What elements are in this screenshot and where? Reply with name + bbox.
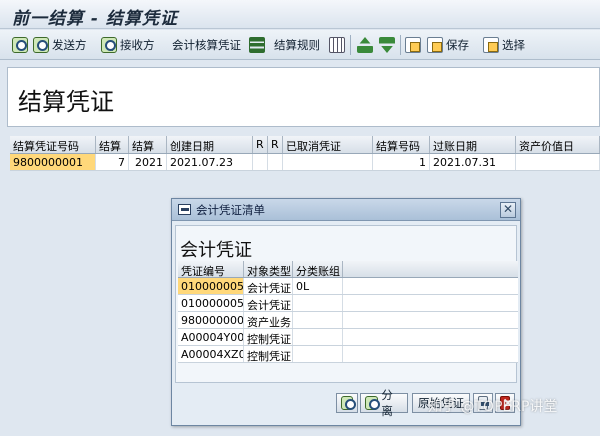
search-icon — [12, 37, 28, 53]
toolbar-separator — [350, 35, 351, 55]
sender-label: 发送方 — [52, 38, 87, 52]
cell-cancelled-doc — [283, 154, 373, 170]
toggle-icon — [249, 37, 265, 53]
layout-document-icon — [405, 37, 421, 53]
cell-object-type: 资产业务 — [244, 312, 293, 328]
cell-doc-number[interactable]: A00004Y000 — [178, 329, 244, 345]
application-toolbar: 发送方 接收方 会计核算凭证 结算规则 保存 选择 — [0, 30, 600, 60]
sort-ascending-icon — [357, 37, 373, 53]
dialog-title: 会计凭证清单 — [196, 202, 265, 217]
table-header: 结算凭证号码 结算 结算 创建日期 R R 已取消凭证 结算号码 过账日期 资产… — [10, 136, 600, 154]
sort-ascending-button[interactable] — [357, 36, 373, 54]
column-header-object-type[interactable]: 对象类型 — [244, 261, 293, 277]
cell-object-type: 控制凭证 — [244, 329, 293, 345]
dialog-title-bar: 会计凭证清单 — [172, 199, 520, 221]
column-header-doc-number[interactable]: 凭证编号 — [178, 261, 244, 277]
layout-button[interactable] — [329, 36, 345, 54]
cell-ledger-group — [293, 329, 343, 345]
column-header-r2[interactable]: R — [268, 136, 283, 153]
accounting-documents-label: 会计核算凭证 — [172, 38, 241, 52]
column-header-created-date[interactable]: 创建日期 — [167, 136, 253, 153]
table-row[interactable]: A00004XZ00 控制凭证 — [178, 346, 518, 363]
search-plus-icon — [101, 37, 117, 54]
cell-doc-number[interactable]: A00004XZ00 — [178, 346, 244, 362]
close-icon[interactable]: ✕ — [500, 202, 516, 218]
sort-descending-button[interactable] — [379, 36, 395, 54]
grid-layout-icon — [329, 37, 345, 53]
cell-ledger-group — [293, 312, 343, 328]
column-header-filler — [343, 261, 518, 277]
page-title: 结算凭证 — [18, 88, 114, 116]
select-layout-button[interactable]: 选择 — [483, 36, 525, 54]
sort-descending-icon — [379, 37, 395, 53]
settlement-rule-button[interactable]: 结算规则 — [274, 36, 320, 54]
search-icon — [341, 396, 356, 410]
cell-object-type: 会计凭证 — [244, 278, 293, 294]
dialog-heading: 会计凭证 — [180, 240, 252, 261]
cell-object-type: 会计凭证 — [244, 295, 293, 311]
cell-doc-number[interactable]: 9800000001 — [10, 154, 96, 170]
cell-created-date: 2021.07.23 — [167, 154, 253, 170]
save-layout-icon — [427, 37, 443, 53]
choose-layout-button[interactable] — [405, 36, 421, 54]
cell-ledger-group: 0L — [293, 278, 343, 294]
column-header-period[interactable]: 结算 — [96, 136, 129, 153]
split-button[interactable]: 分离 — [360, 388, 408, 418]
column-header-r1[interactable]: R — [253, 136, 268, 153]
details-button[interactable] — [336, 393, 358, 413]
window-title: 前一结算 - 结算凭证 — [12, 9, 178, 29]
details-button[interactable] — [12, 36, 28, 54]
table-row[interactable]: A00004Y000 控制凭证 — [178, 329, 518, 346]
accounting-documents-dialog: 会计凭证清单 ✕ 会计凭证 凭证编号 对象类型 分类账组 0100000053 … — [171, 198, 521, 426]
column-header-doc-number[interactable]: 结算凭证号码 — [10, 136, 96, 153]
select-layout-label: 选择 — [502, 38, 525, 52]
column-header-year[interactable]: 结算 — [129, 136, 167, 153]
column-header-cancelled-doc[interactable]: 已取消凭证 — [283, 136, 373, 153]
column-header-settlement-number[interactable]: 结算号码 — [373, 136, 430, 153]
settlement-document-table: 结算凭证号码 结算 结算 创建日期 R R 已取消凭证 结算号码 过账日期 资产… — [10, 136, 600, 171]
search-icon — [33, 37, 49, 53]
table-header: 凭证编号 对象类型 分类账组 — [178, 261, 518, 278]
watermark: 知乎 @TOPERP讲堂 — [428, 399, 558, 415]
cell-settlement-number: 1 — [373, 154, 430, 170]
cell-ledger-group — [293, 346, 343, 362]
receiver-button[interactable]: 接收方 — [101, 36, 155, 54]
toolbar-separator — [400, 35, 401, 55]
dialog-window-icon — [178, 204, 191, 215]
cell-year: 2021 — [129, 154, 167, 170]
cell-r2 — [268, 154, 283, 170]
column-header-posting-date[interactable]: 过账日期 — [430, 136, 516, 153]
cell-ledger-group — [293, 295, 343, 311]
accounting-documents-table: 凭证编号 对象类型 分类账组 0100000053 会计凭证 0L 010000… — [178, 261, 518, 363]
cell-posting-date: 2021.07.31 — [430, 154, 516, 170]
table-row[interactable]: 9800000001 资产业务 — [178, 312, 518, 329]
save-layout-label: 保存 — [446, 38, 469, 52]
cell-asset-value-date — [516, 154, 600, 170]
table-row[interactable]: 0100000053 会计凭证 0L — [178, 278, 518, 295]
split-label: 分离 — [381, 388, 393, 418]
dialog-body: 会计凭证 凭证编号 对象类型 分类账组 0100000053 会计凭证 0L 0… — [175, 225, 518, 383]
cell-doc-number[interactable]: 0100000053 — [178, 278, 244, 294]
cell-r1 — [253, 154, 268, 170]
table-row[interactable]: 9800000001 7 2021 2021.07.23 1 2021.07.3… — [10, 154, 600, 171]
settlement-rule-label: 结算规则 — [274, 38, 320, 52]
column-header-ledger-group[interactable]: 分类账组 — [293, 261, 343, 277]
search-icon — [365, 396, 381, 410]
cell-doc-number[interactable]: 0100000054 — [178, 295, 244, 311]
header-panel: 结算凭证 — [7, 67, 600, 127]
sender-button[interactable]: 发送方 — [33, 36, 87, 54]
accounting-documents-button[interactable]: 会计核算凭证 — [172, 36, 241, 54]
receiver-label: 接收方 — [120, 38, 155, 52]
column-header-asset-value-date[interactable]: 资产价值日 — [516, 136, 600, 153]
save-layout-button[interactable]: 保存 — [427, 36, 469, 54]
cell-period: 7 — [96, 154, 129, 170]
select-layout-icon — [483, 37, 499, 53]
cell-doc-number[interactable]: 9800000001 — [178, 312, 244, 328]
toggle-button[interactable] — [249, 36, 265, 54]
table-row[interactable]: 0100000054 会计凭证 — [178, 295, 518, 312]
cell-object-type: 控制凭证 — [244, 346, 293, 362]
title-bar: 前一结算 - 结算凭证 — [0, 0, 600, 29]
